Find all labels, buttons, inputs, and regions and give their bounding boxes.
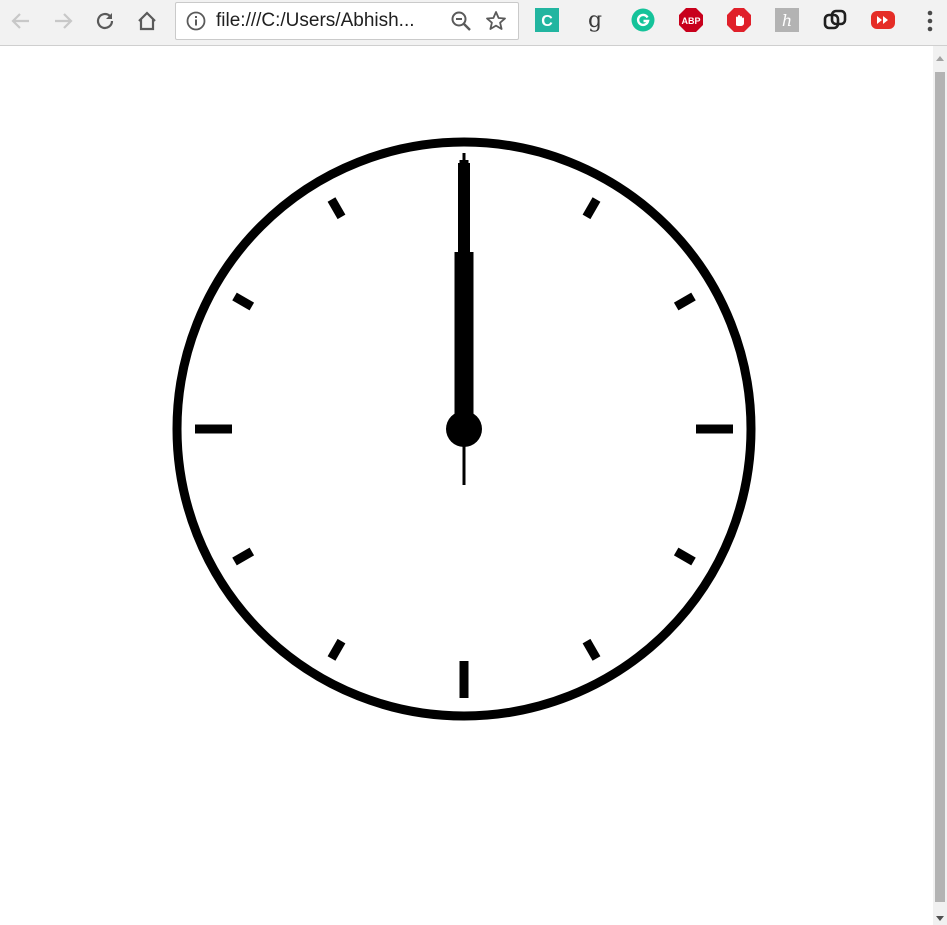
- back-button[interactable]: [6, 6, 36, 36]
- scroll-up-arrow-icon[interactable]: [936, 56, 944, 61]
- browser-toolbar: file:///C:/Users/Abhish... C g ABP h: [0, 0, 947, 46]
- hacker-extension-icon[interactable]: h: [775, 8, 799, 32]
- svg-text:g: g: [588, 8, 602, 32]
- svg-text:ABP: ABP: [681, 16, 700, 26]
- home-icon: [138, 11, 156, 31]
- svg-text:C: C: [541, 13, 553, 30]
- clock-tick: [459, 661, 469, 698]
- address-bar[interactable]: file:///C:/Users/Abhish...: [175, 2, 519, 40]
- info-icon[interactable]: [186, 11, 206, 36]
- grammarly-extension-icon[interactable]: [631, 8, 655, 32]
- url-text[interactable]: file:///C:/Users/Abhish...: [216, 10, 415, 32]
- home-button[interactable]: [132, 6, 162, 36]
- goodreads-extension-icon[interactable]: g: [583, 8, 607, 32]
- forward-button[interactable]: [48, 6, 78, 36]
- scroll-thumb[interactable]: [935, 72, 945, 902]
- clock-tick: [195, 424, 232, 434]
- page-content: [0, 46, 933, 925]
- clock-center-hub: [446, 411, 482, 447]
- copyleaks-extension-icon[interactable]: C: [535, 8, 559, 32]
- reload-button[interactable]: [90, 6, 120, 36]
- vertical-scrollbar[interactable]: [933, 46, 947, 925]
- adblock-extension-icon[interactable]: [727, 8, 751, 32]
- forward-arrow-icon: [55, 13, 73, 29]
- analog-clock: [172, 137, 756, 721]
- scroll-down-arrow-icon[interactable]: [936, 916, 944, 921]
- svg-text:h: h: [782, 11, 792, 30]
- link-extension-icon[interactable]: [823, 8, 847, 32]
- adblock-plus-extension-icon[interactable]: ABP: [679, 8, 703, 32]
- youtube-extension-icon[interactable]: [871, 8, 895, 32]
- reload-icon: [96, 12, 114, 30]
- zoom-icon[interactable]: [450, 10, 472, 37]
- back-arrow-icon: [11, 13, 29, 29]
- clock-tick: [696, 424, 733, 434]
- chrome-menu-icon[interactable]: [922, 8, 938, 34]
- bookmark-star-icon[interactable]: [485, 10, 507, 37]
